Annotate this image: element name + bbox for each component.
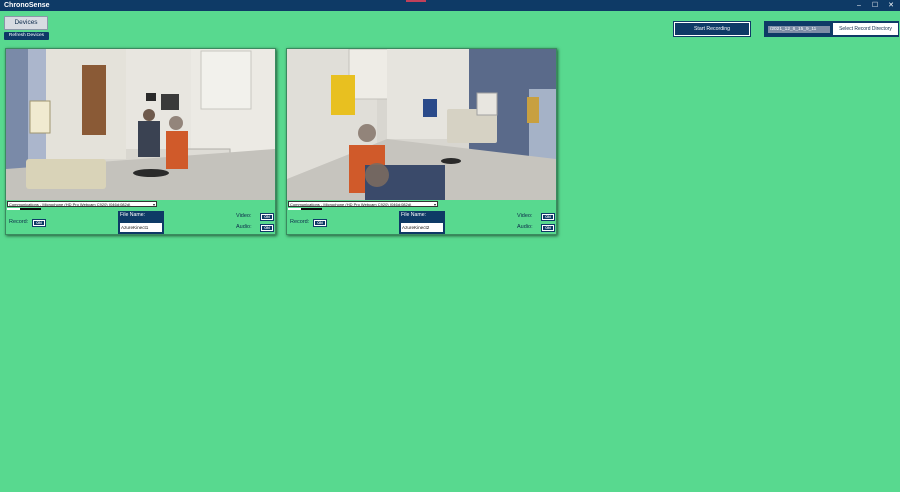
microphone-select[interactable]: Communications - Microphone (HD Pro Webc…: [7, 201, 157, 207]
file-name-input[interactable]: AzureKinect2: [401, 223, 443, 232]
record-toggle[interactable]: ON: [32, 219, 46, 227]
video-toggle-state: ON: [543, 215, 553, 219]
camera-panel-1: Communications - Microphone (HD Pro Webc…: [5, 48, 276, 235]
camera-feed-2: [287, 49, 556, 200]
microphone-select-value: Communications - Microphone (HD Pro Webc…: [9, 202, 131, 207]
close-icon[interactable]: ✕: [883, 0, 899, 11]
record-directory-field[interactable]: /2021_12_6_15_9_11: [768, 26, 830, 33]
file-name-label: File Name:: [120, 212, 146, 218]
video-label: Video:: [236, 213, 252, 219]
audio-toggle-state: ON: [262, 226, 272, 230]
audio-label: Audio:: [236, 224, 252, 230]
microphone-select[interactable]: Communications - Microphone (HD Pro Webc…: [288, 201, 438, 207]
video-toggle[interactable]: ON: [260, 213, 274, 221]
record-directory-panel: /2021_12_6_15_9_11 Select Record Directo…: [764, 21, 899, 37]
file-name-label: File Name:: [401, 212, 427, 218]
record-toggle-state: ON: [315, 221, 325, 225]
video-label: Video:: [517, 213, 533, 219]
record-label: Record:: [290, 219, 310, 225]
refresh-devices-button[interactable]: Refresh Devices: [4, 32, 49, 40]
camera-feed-1: [6, 49, 275, 200]
start-recording-button[interactable]: Start Recording: [673, 21, 751, 37]
record-toggle-state: ON: [34, 221, 44, 225]
file-name-panel: File Name: AzureKinect2: [399, 211, 445, 234]
video-toggle[interactable]: ON: [541, 213, 555, 221]
chevron-down-icon: ▾: [433, 202, 436, 207]
microphone-select-value: Communications - Microphone (HD Pro Webc…: [290, 202, 412, 207]
video-toggle-state: ON: [262, 215, 272, 219]
audio-level-fill: [288, 208, 301, 210]
camera-image-1: [6, 49, 275, 200]
audio-label: Audio:: [517, 224, 533, 230]
audio-toggle-state: ON: [543, 226, 553, 230]
record-label: Record:: [9, 219, 29, 225]
minimize-icon[interactable]: –: [851, 0, 867, 11]
devices-button[interactable]: Devices: [4, 16, 48, 30]
title-bar: ChronoSense – ☐ ✕: [0, 0, 900, 11]
select-record-directory-button[interactable]: Select Record Directory: [833, 23, 898, 35]
maximize-icon[interactable]: ☐: [867, 0, 883, 11]
record-toggle[interactable]: ON: [313, 219, 327, 227]
audio-level-fill: [7, 208, 20, 210]
audio-level-meter: [288, 208, 322, 210]
app-title: ChronoSense: [4, 2, 50, 9]
audio-level-meter: [7, 208, 41, 210]
audio-toggle[interactable]: ON: [541, 224, 555, 232]
file-name-input[interactable]: AzureKinect1: [120, 223, 162, 232]
camera-panel-2: Communications - Microphone (HD Pro Webc…: [286, 48, 557, 235]
file-name-panel: File Name: AzureKinect1: [118, 211, 164, 234]
audio-toggle[interactable]: ON: [260, 224, 274, 232]
camera-image-2: [287, 49, 556, 200]
titlebar-accent: [406, 0, 426, 2]
chevron-down-icon: ▾: [152, 202, 155, 207]
